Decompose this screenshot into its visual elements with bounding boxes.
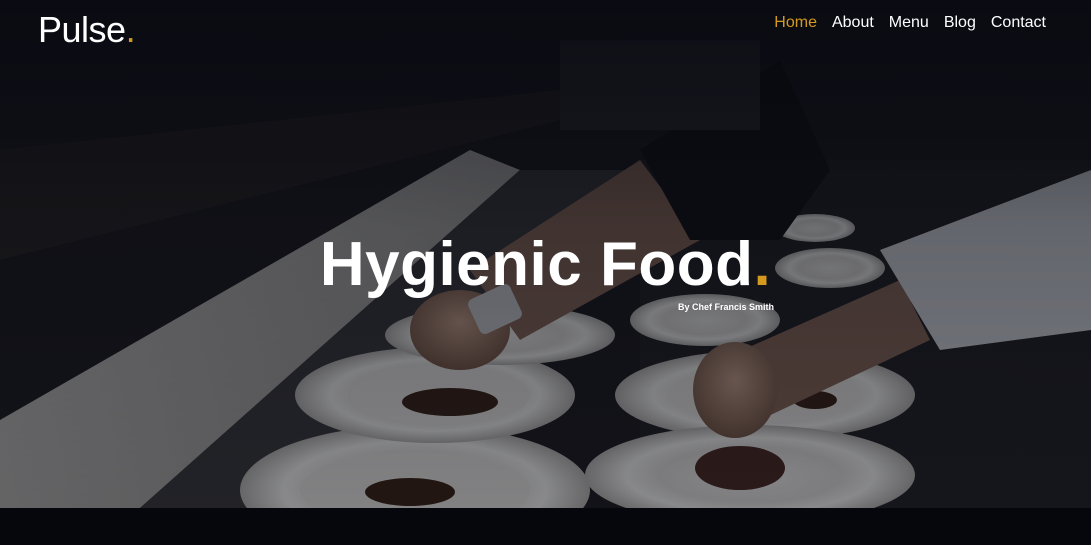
nav-item-blog[interactable]: Blog — [944, 12, 976, 34]
hero-title-dot: . — [753, 230, 772, 299]
brand-logo[interactable]: Pulse. — [38, 8, 136, 52]
hero-title-text: Hygienic Food — [319, 230, 754, 299]
nav-item-contact[interactable]: Contact — [991, 12, 1046, 34]
hero-title: Hygienic Food. — [0, 228, 1091, 302]
nav-item-home[interactable]: Home — [774, 12, 817, 34]
brand-name: Pulse — [38, 9, 126, 50]
main-nav: Home About Menu Blog Contact — [774, 12, 1046, 34]
hero-byline: By Chef Francis Smith — [678, 302, 775, 312]
bottom-band — [0, 508, 1091, 545]
nav-item-menu[interactable]: Menu — [889, 12, 929, 34]
brand-dot: . — [125, 9, 136, 50]
page: Pulse. Home About Menu Blog Contact Hygi… — [0, 0, 1091, 545]
nav-item-about[interactable]: About — [832, 12, 874, 34]
